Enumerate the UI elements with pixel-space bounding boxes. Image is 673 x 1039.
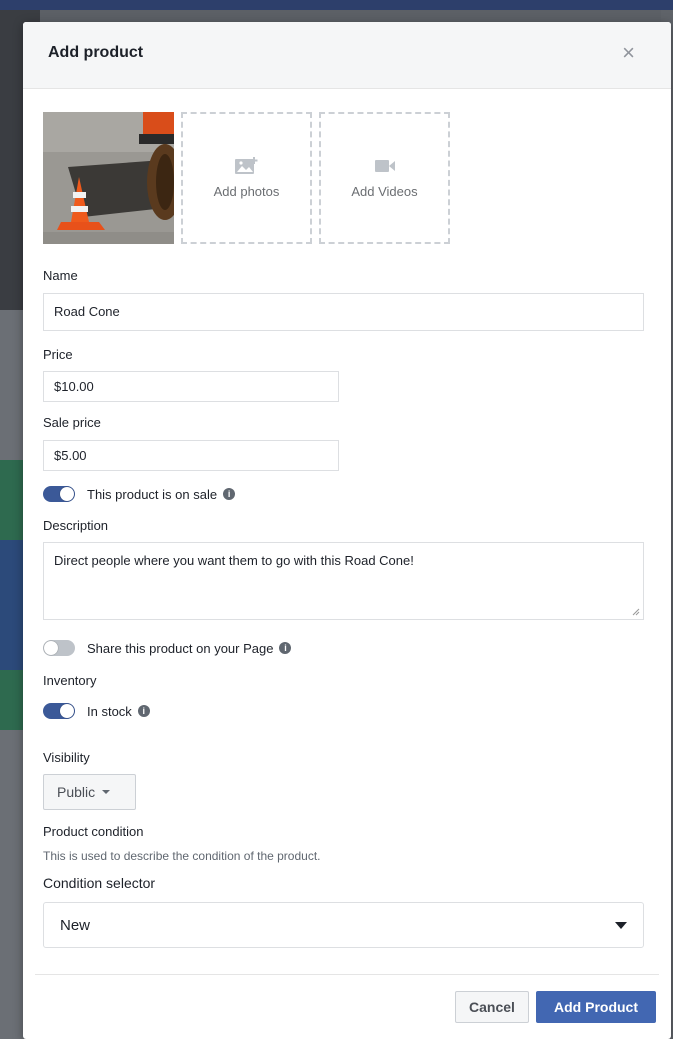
info-icon[interactable]: i [223,488,236,500]
product-photo-thumbnail[interactable] [43,112,174,244]
share-toggle[interactable] [43,640,75,656]
description-textarea[interactable]: Direct people where you want them to go … [43,542,644,620]
inventory-label: Inventory [43,673,97,688]
share-toggle-row: Share this product on your Page i [43,640,292,656]
toggle-knob [60,704,74,718]
on-sale-toggle-label: This product is on sale [87,486,218,502]
condition-value: New [60,916,91,934]
dialog-header: Add product × [23,22,671,89]
add-videos-label: Add Videos [351,184,418,199]
condition-select[interactable]: New [43,902,644,948]
info-icon[interactable]: i [279,642,292,654]
chevron-down-icon [102,790,111,794]
add-videos-button[interactable]: Add Videos [319,112,450,244]
toggle-knob [44,641,58,655]
cancel-button[interactable]: Cancel [455,991,529,1023]
in-stock-toggle[interactable] [43,703,75,719]
add-product-dialog: Add product × Add photos Add Videos Name… [23,22,671,1039]
backdrop-topbar [0,0,673,10]
add-product-button[interactable]: Add Product [536,991,656,1023]
dialog-title: Add product [48,44,144,61]
condition-selector-label: Condition selector [43,875,156,891]
close-icon[interactable]: × [622,42,635,64]
description-text: Direct people where you want them to go … [54,553,414,568]
info-icon[interactable]: i [137,705,150,717]
toggle-knob [60,487,74,501]
in-stock-toggle-row: In stock i [43,703,150,719]
in-stock-label: In stock [87,703,132,719]
road-cone-photo [43,112,174,244]
product-condition-heading: Product condition [43,824,144,839]
chevron-down-icon [615,921,627,929]
price-input[interactable]: $10.00 [43,371,339,402]
visibility-dropdown[interactable]: Public [43,774,136,810]
visibility-label: Visibility [43,750,90,765]
sale-price-label: Sale price [43,415,101,430]
add-photo-icon [234,157,257,174]
name-label: Name [43,268,78,283]
video-camera-icon [374,160,395,172]
footer-divider [35,974,659,975]
description-label: Description [43,518,109,533]
resize-grip-icon[interactable] [632,608,640,616]
name-input[interactable]: Road Cone [43,293,644,331]
price-label: Price [43,347,73,362]
product-condition-description: This is used to describe the condition o… [43,849,321,863]
visibility-value: Public [57,784,96,800]
on-sale-toggle[interactable] [43,486,75,502]
share-toggle-label: Share this product on your Page [87,640,274,656]
add-photos-label: Add photos [213,184,280,199]
on-sale-toggle-row: This product is on sale i [43,486,236,502]
sale-price-input[interactable]: $5.00 [43,440,339,471]
add-photos-button[interactable]: Add photos [181,112,312,244]
